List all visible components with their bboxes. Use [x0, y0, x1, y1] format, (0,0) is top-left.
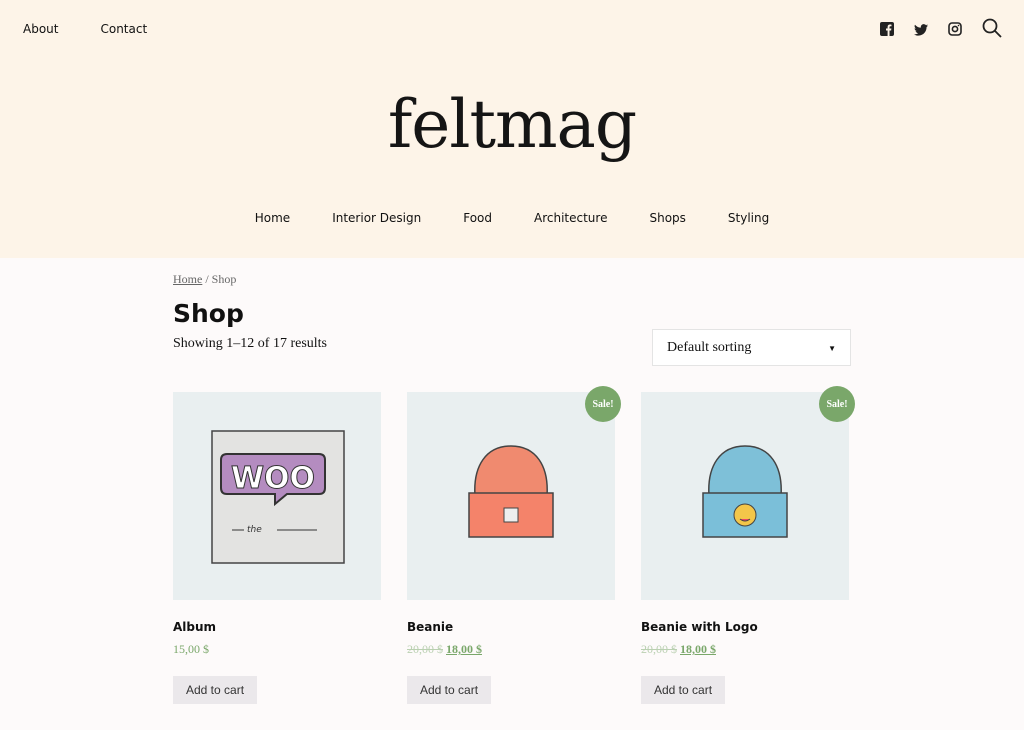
add-to-cart-button[interactable]: Add to cart [407, 676, 492, 704]
product-title[interactable]: Album [173, 620, 381, 634]
nav-styling[interactable]: Styling [728, 211, 769, 225]
nav-shops[interactable]: Shops [649, 211, 685, 225]
social-links [880, 18, 1002, 42]
site-logo[interactable]: feltmag [0, 86, 1024, 163]
site-header: About Contact feltmag Home Interior Desi… [0, 0, 1024, 258]
sale-badge: Sale! [819, 386, 855, 422]
svg-text:the: the [247, 525, 262, 535]
search-icon[interactable] [982, 18, 1002, 42]
product-image[interactable] [407, 392, 615, 600]
nav-home[interactable]: Home [255, 211, 290, 225]
product-card: Sale! Beanie with Logo 20,00 $ 18,00 $ A… [641, 386, 855, 704]
product-card: WOO the Album 15,00 $ Add to cart [173, 392, 381, 704]
shop-content: Home / Shop Shop Showing 1–12 of 17 resu… [173, 272, 855, 704]
breadcrumb-separator: / [202, 272, 212, 286]
breadcrumb-home[interactable]: Home [173, 272, 202, 286]
old-price: 20,00 $ [641, 642, 677, 656]
product-image[interactable]: WOO the [173, 392, 381, 600]
caret-down-icon: ▼ [828, 344, 836, 353]
nav-contact[interactable]: Contact [100, 22, 147, 36]
nav-interior-design[interactable]: Interior Design [332, 211, 421, 225]
product-image[interactable] [641, 392, 849, 600]
sorting-select[interactable]: Default sorting ▼ [652, 329, 851, 366]
product-title[interactable]: Beanie [407, 620, 615, 634]
breadcrumb: Home / Shop [173, 272, 851, 287]
sale-price: 18,00 $ [446, 642, 482, 656]
sorting-value: Default sorting [667, 340, 752, 355]
page-title: Shop [173, 299, 244, 328]
nav-about[interactable]: About [23, 22, 58, 36]
add-to-cart-button[interactable]: Add to cart [641, 676, 726, 704]
nav-architecture[interactable]: Architecture [534, 211, 607, 225]
product-price: 15,00 $ [173, 642, 209, 656]
top-nav: About Contact [23, 22, 147, 36]
sale-badge: Sale! [585, 386, 621, 422]
sale-price: 18,00 $ [680, 642, 716, 656]
product-price: 20,00 $ 18,00 $ [407, 642, 615, 657]
add-to-cart-button[interactable]: Add to cart [173, 676, 258, 704]
svg-text:WOO: WOO [231, 461, 315, 496]
product-title[interactable]: Beanie with Logo [641, 620, 849, 634]
product-card: Sale! Beanie 20,00 $ 18,00 $ Add to cart [407, 386, 621, 704]
breadcrumb-current: Shop [211, 272, 237, 286]
main-nav: Home Interior Design Food Architecture S… [0, 211, 1024, 225]
instagram-icon[interactable] [948, 21, 962, 40]
product-price: 20,00 $ 18,00 $ [641, 642, 849, 657]
product-grid: WOO the Album 15,00 $ Add to cart Sale! B… [173, 386, 855, 704]
old-price: 20,00 $ [407, 642, 443, 656]
facebook-icon[interactable] [880, 21, 894, 40]
twitter-icon[interactable] [914, 21, 928, 40]
nav-food[interactable]: Food [463, 211, 492, 225]
